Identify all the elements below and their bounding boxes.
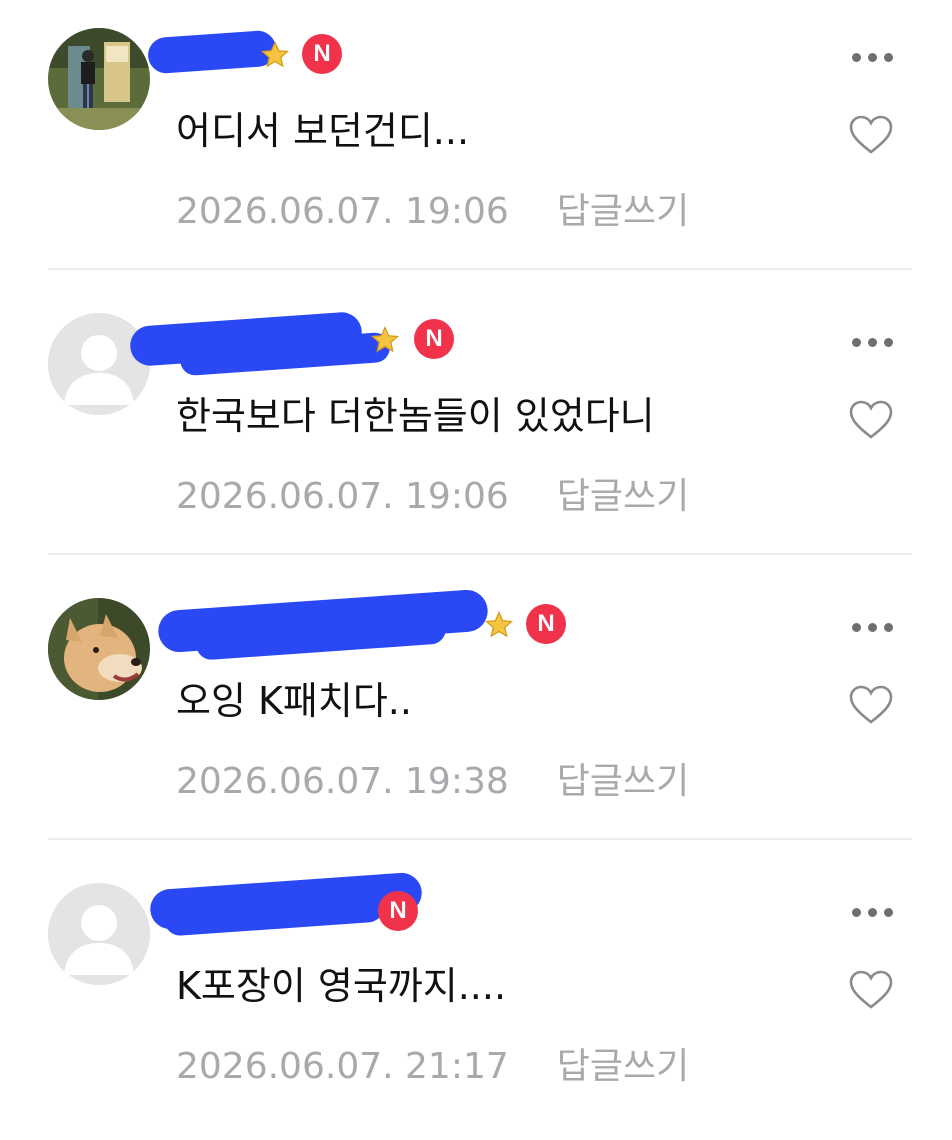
star-icon bbox=[260, 40, 290, 68]
reply-button[interactable]: 답글쓰기 bbox=[557, 761, 689, 802]
reply-button[interactable]: 답글쓰기 bbox=[557, 191, 689, 232]
comment-text: 어디서 보던건디... bbox=[176, 109, 470, 153]
divider bbox=[48, 838, 912, 840]
star-icon bbox=[370, 325, 400, 353]
heart-icon[interactable] bbox=[848, 399, 894, 441]
comment-meta: 2026.06.07. 19:06 답글쓰기 bbox=[176, 182, 689, 234]
redaction-mark bbox=[146, 29, 278, 75]
more-options-icon[interactable] bbox=[848, 616, 898, 640]
heart-icon[interactable] bbox=[848, 114, 894, 156]
comment-meta: 2026.06.07. 19:06 답글쓰기 bbox=[176, 467, 689, 519]
new-badge: N bbox=[414, 319, 454, 359]
comment-text: 오잉 K패치다.. bbox=[176, 679, 412, 723]
star-icon bbox=[484, 610, 514, 638]
comment-item: N 어디서 보던건디... 2026.06.07. 19:06 답글쓰기 bbox=[0, 0, 952, 285]
divider bbox=[48, 268, 912, 270]
comment-meta: 2026.06.07. 21:17 답글쓰기 bbox=[176, 1037, 689, 1089]
avatar[interactable] bbox=[48, 28, 150, 130]
comment-item: N 한국보다 더한놈들이 있었다니 2026.06.07. 19:06 답글쓰기 bbox=[0, 285, 952, 570]
more-options-icon[interactable] bbox=[848, 901, 898, 925]
avatar-photo bbox=[48, 598, 150, 700]
more-options-icon[interactable] bbox=[848, 46, 898, 70]
comment-date: 2026.06.07. 19:06 bbox=[176, 191, 509, 232]
comment-date: 2026.06.07. 19:38 bbox=[176, 761, 509, 802]
comment-item: N 오잉 K패치다.. 2026.06.07. 19:38 답글쓰기 bbox=[0, 570, 952, 855]
avatar[interactable] bbox=[48, 883, 150, 985]
reply-button[interactable]: 답글쓰기 bbox=[557, 476, 689, 517]
comment-text: K포장이 영국까지.... bbox=[176, 964, 507, 1008]
default-profile-icon bbox=[48, 313, 150, 415]
heart-icon[interactable] bbox=[848, 969, 894, 1011]
comment-item: N K포장이 영국까지.... 2026.06.07. 21:17 답글쓰기 bbox=[0, 855, 952, 1140]
comment-meta: 2026.06.07. 19:38 답글쓰기 bbox=[176, 752, 689, 804]
default-profile-icon bbox=[48, 883, 150, 985]
comment-date: 2026.06.07. 19:06 bbox=[176, 476, 509, 517]
divider bbox=[48, 553, 912, 555]
avatar[interactable] bbox=[48, 598, 150, 700]
more-options-icon[interactable] bbox=[848, 331, 898, 355]
avatar[interactable] bbox=[48, 313, 150, 415]
heart-icon[interactable] bbox=[848, 684, 894, 726]
comment-text: 한국보다 더한놈들이 있었다니 bbox=[176, 394, 655, 438]
reply-button[interactable]: 답글쓰기 bbox=[557, 1046, 689, 1087]
new-badge: N bbox=[378, 891, 418, 931]
new-badge: N bbox=[526, 604, 566, 644]
avatar-photo bbox=[48, 28, 150, 130]
new-badge: N bbox=[302, 34, 342, 74]
comment-date: 2026.06.07. 21:17 bbox=[176, 1046, 509, 1087]
